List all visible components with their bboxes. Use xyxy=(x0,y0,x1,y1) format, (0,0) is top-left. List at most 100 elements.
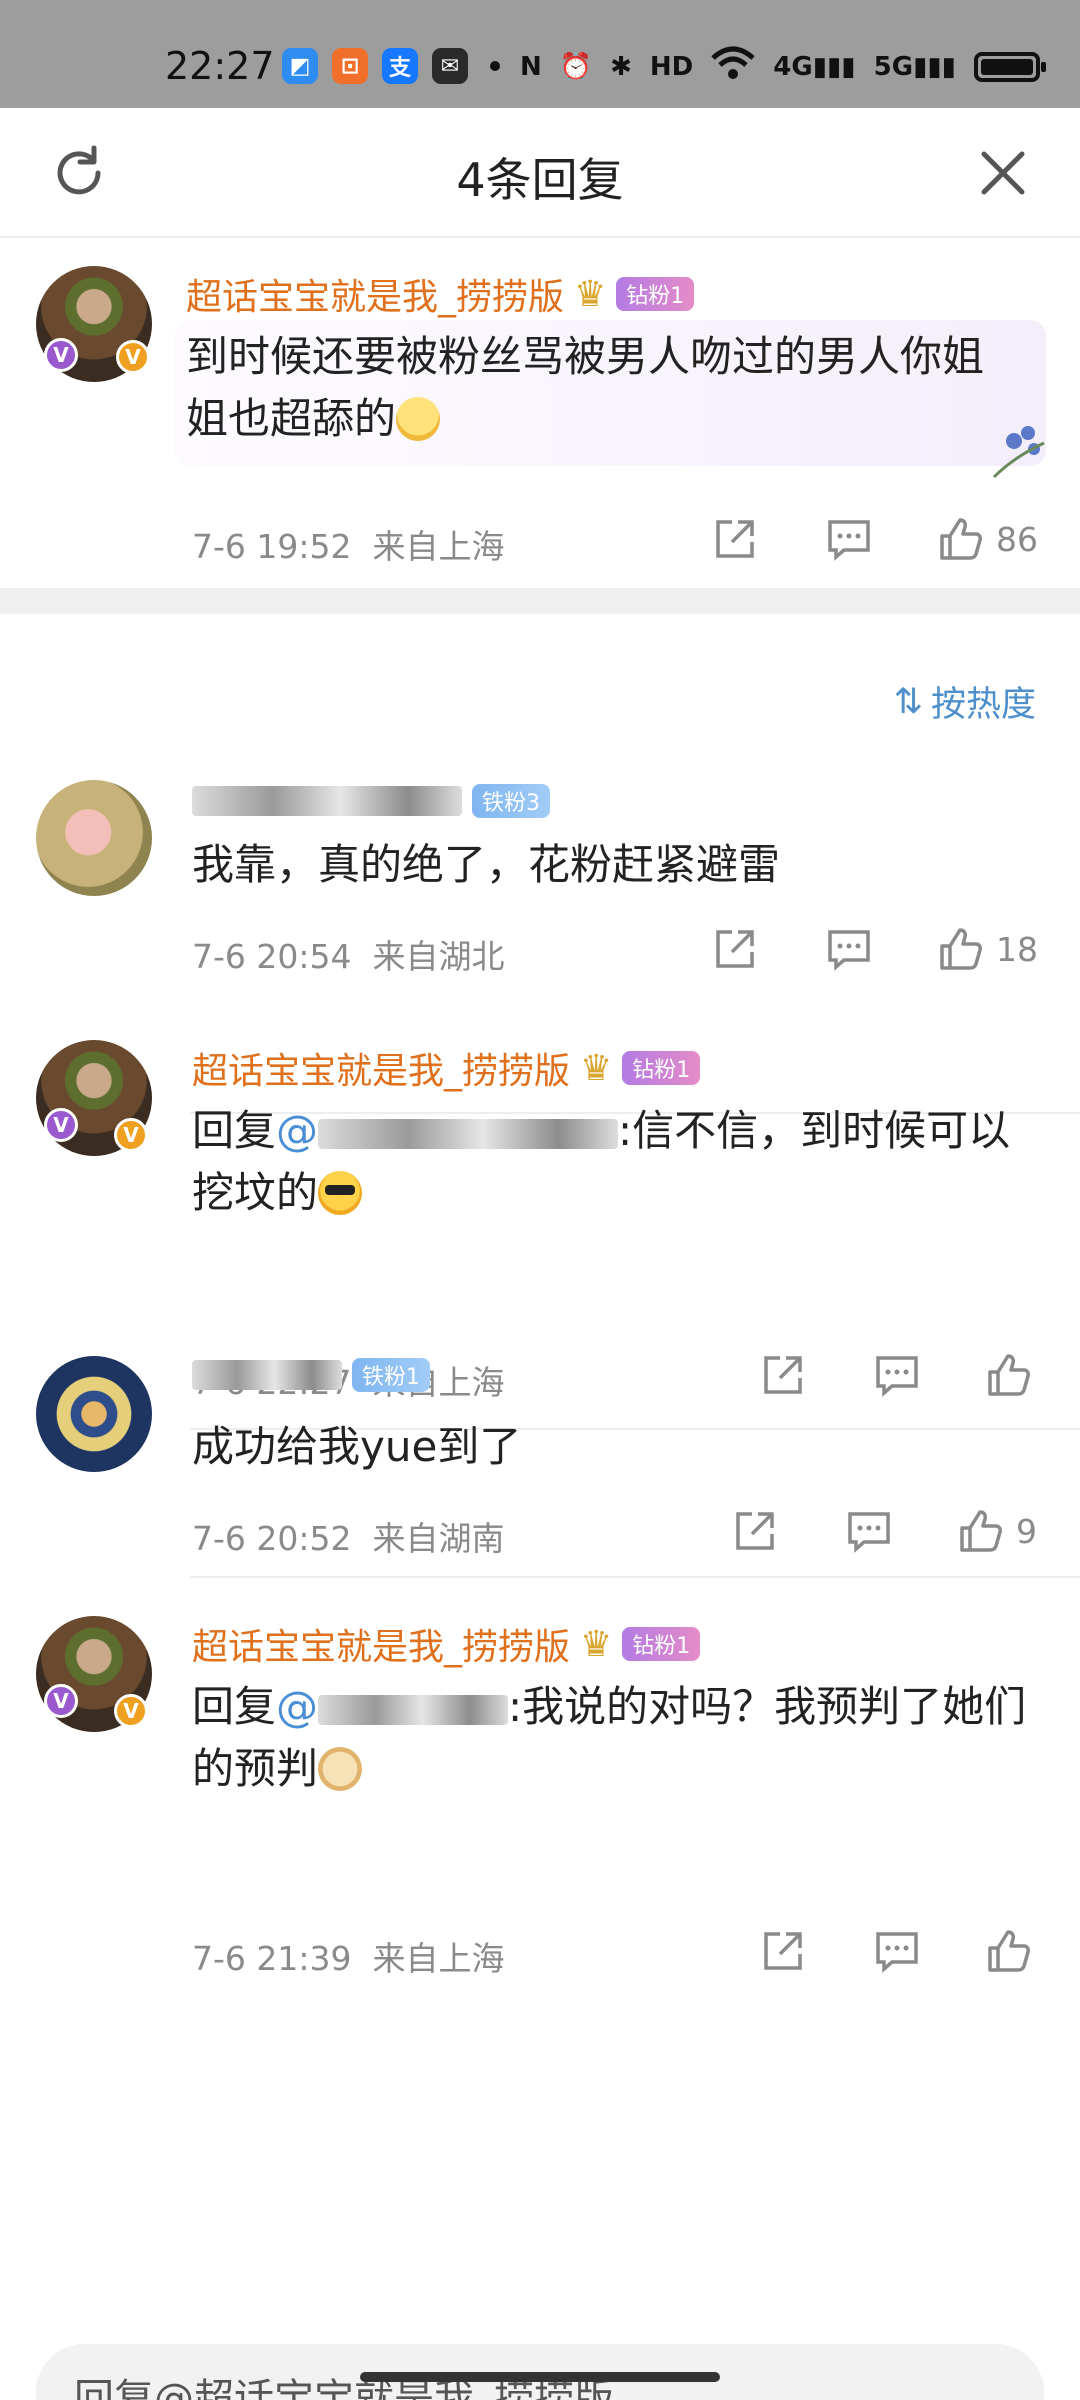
signal-4g-icon: 4G▮▮▮ xyxy=(773,51,856,82)
mention-blurred xyxy=(318,1119,619,1149)
thumbs-up-icon xyxy=(940,518,982,560)
signal-4g-label: 4G xyxy=(773,51,813,82)
share-icon[interactable] xyxy=(712,926,758,972)
reply-text: 成功给我yue到了 xyxy=(192,1422,522,1471)
username[interactable]: 超话宝宝就是我_捞捞版 xyxy=(186,268,564,320)
signal-5g-icon: 5G▮▮▮ xyxy=(873,51,956,82)
sheet-title: 4条回复 xyxy=(456,153,624,207)
status-bar: 22:27 ◩ ⊡ 支 ✉ N ⏰ ✱ HD 4G▮▮▮ 5G▮▮▮ xyxy=(0,0,1080,108)
verified-purple-icon: V xyxy=(44,1108,78,1142)
status-time: 22:27 xyxy=(165,44,275,88)
comment-icon[interactable] xyxy=(874,1352,920,1398)
reply-location: 来自湖北 xyxy=(372,937,505,976)
username[interactable]: 超话宝宝就是我_捞捞版 xyxy=(192,1618,570,1670)
like-count: 86 xyxy=(996,519,1038,559)
like-button[interactable]: 9 xyxy=(958,1508,1037,1554)
sunglasses-emoji-icon xyxy=(318,1171,363,1215)
status-indicators: N ⏰ ✱ HD 4G▮▮▮ 5G▮▮▮ xyxy=(519,46,1046,87)
nfc-icon: N xyxy=(519,51,542,82)
mention-link[interactable]: @ xyxy=(276,1682,318,1731)
avatar[interactable] xyxy=(36,780,152,896)
share-icon[interactable] xyxy=(732,1508,778,1554)
sort-icon: ⇅ xyxy=(893,681,923,722)
reply-prefix: 回复 xyxy=(192,1106,277,1155)
share-icon[interactable] xyxy=(760,1352,806,1398)
reply-header: 铁粉1 xyxy=(192,1358,430,1392)
fan-badge: 铁粉3 xyxy=(472,784,550,818)
sheet-header: 4条回复 xyxy=(0,108,1080,238)
comment-icon[interactable] xyxy=(874,1928,920,1974)
mention-blurred xyxy=(318,1695,509,1725)
app-orange-icon: ⊡ xyxy=(332,48,368,84)
crown-icon: ♛ xyxy=(574,273,607,315)
avatar[interactable] xyxy=(36,1356,152,1472)
battery-icon xyxy=(974,51,1046,82)
fan-badge: 钻粉1 xyxy=(616,277,695,311)
sort-toggle[interactable]: ⇅ 按热度 xyxy=(894,676,1036,727)
notification-dot-icon xyxy=(490,61,500,71)
section-divider xyxy=(0,588,1080,614)
like-button[interactable] xyxy=(986,1928,1044,1974)
reply-date: 7-6 20:52 xyxy=(192,1519,352,1558)
like-count: 18 xyxy=(996,929,1038,969)
thumbs-up-icon xyxy=(988,1354,1030,1396)
reply-header: 超话宝宝就是我_捞捞版 ♛ 钻粉1 xyxy=(192,1042,701,1094)
fan-badge: 铁粉1 xyxy=(352,1358,430,1392)
reply-location: 来自湖南 xyxy=(372,1519,505,1558)
reply-header: 超话宝宝就是我_捞捞版 ♛ 钻粉1 xyxy=(192,1618,701,1670)
reply-date: 7-6 21:39 xyxy=(192,1939,352,1978)
comment-icon[interactable] xyxy=(826,516,872,562)
verified-purple-icon: V xyxy=(44,1684,78,1718)
crown-icon: ♛ xyxy=(580,1047,613,1089)
like-button[interactable]: 18 xyxy=(938,926,1038,972)
thumbs-up-icon xyxy=(940,928,982,970)
username-blurred[interactable] xyxy=(192,1360,342,1390)
reply-meta: 7-6 21:39 来自上海 xyxy=(192,1932,504,1980)
mention-link[interactable]: @ xyxy=(276,1106,318,1155)
reply-divider xyxy=(190,1576,1080,1578)
reply-text: 回复@:信不信，到时候可以挖坟的 xyxy=(192,1100,1032,1224)
bluetooth-icon: ✱ xyxy=(610,51,632,82)
fan-badge: 钻粉1 xyxy=(622,1627,701,1661)
verified-orange-icon: V xyxy=(114,1118,148,1152)
doge-emoji-icon xyxy=(318,1747,363,1791)
share-icon[interactable] xyxy=(712,516,758,562)
comment-date: 7-6 19:52 xyxy=(192,527,352,566)
app-blue-icon: ◩ xyxy=(282,48,318,84)
status-app-icons: ◩ ⊡ 支 ✉ xyxy=(282,48,500,84)
replies-sheet: 4条回复 V V 超话宝宝就是我_捞捞版 ♛ 钻粉1 到时候还要被粉丝骂被男人吻… xyxy=(0,108,1080,2400)
comment-location: 来自上海 xyxy=(372,527,505,566)
reply-text: 回复@:我说的对吗？我预判了她们的预判 xyxy=(192,1676,1032,1800)
signal-5g-label: 5G xyxy=(873,51,914,82)
thumbs-up-icon xyxy=(988,1930,1030,1972)
comment-header: 超话宝宝就是我_捞捞版 ♛ 钻粉1 xyxy=(186,268,695,320)
alarm-icon: ⏰ xyxy=(559,51,593,82)
reply-date: 7-6 20:54 xyxy=(192,937,352,976)
close-icon[interactable] xyxy=(976,146,1030,200)
hd-icon: HD xyxy=(649,51,694,82)
sort-label: 按热度 xyxy=(930,685,1036,725)
like-button[interactable]: 86 xyxy=(938,516,1038,562)
home-indicator[interactable] xyxy=(360,2372,720,2382)
wechat-icon: ✉ xyxy=(432,48,468,84)
verified-purple-icon: V xyxy=(44,338,78,372)
like-button[interactable] xyxy=(986,1352,1044,1398)
like-count: 9 xyxy=(1016,1511,1037,1551)
share-icon[interactable] xyxy=(760,1928,806,1974)
reply-header: 铁粉3 xyxy=(192,784,550,818)
comment-icon[interactable] xyxy=(826,926,872,972)
reply-text: 我靠，真的绝了，花粉赶紧避雷 xyxy=(192,840,781,889)
verified-orange-icon: V xyxy=(116,340,150,374)
comment-icon[interactable] xyxy=(846,1508,892,1554)
comment-text-body: 到时候还要被粉丝骂被男人吻过的男人你姐姐也超舔的 xyxy=(186,332,985,443)
username[interactable]: 超话宝宝就是我_捞捞版 xyxy=(192,1042,570,1094)
reply-prefix: 回复 xyxy=(192,1682,277,1731)
thumbs-up-icon xyxy=(960,1510,1002,1552)
shy-emoji-icon xyxy=(396,397,441,441)
comment-meta: 7-6 19:52 来自上海 xyxy=(192,520,504,568)
comment-text: 到时候还要被粉丝骂被男人吻过的男人你姐姐也超舔的 xyxy=(186,326,1006,450)
username-blurred[interactable] xyxy=(192,786,462,816)
crown-icon: ♛ xyxy=(580,1623,613,1665)
alipay-icon: 支 xyxy=(382,48,418,84)
verified-orange-icon: V xyxy=(114,1694,148,1728)
